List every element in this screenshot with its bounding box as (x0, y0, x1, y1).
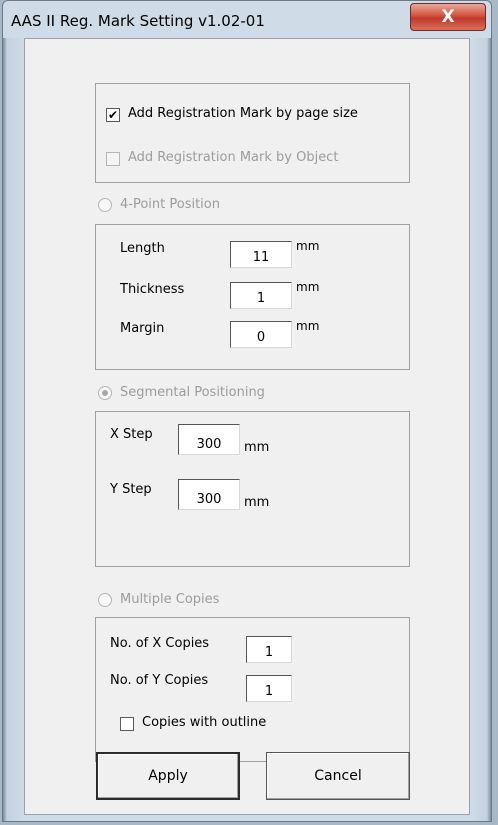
y-copies-input[interactable]: 1 (246, 675, 292, 702)
page-size-checkbox[interactable]: ✔ (106, 108, 120, 122)
margin-label: Margin (120, 321, 165, 336)
x-step-label: X Step (110, 427, 153, 442)
close-icon: X (441, 7, 455, 27)
title-bar[interactable]: AAS II Reg. Mark Setting v1.02-01 X (3, 1, 491, 39)
multiple-copies-radio[interactable] (98, 593, 112, 607)
thickness-value: 1 (256, 291, 266, 306)
window-frame-left (3, 38, 24, 821)
y-copies-label: No. of Y Copies (110, 673, 209, 688)
margin-value: 0 (256, 330, 266, 345)
x-step-input[interactable]: 300 (178, 424, 240, 455)
thickness-input[interactable]: 1 (230, 282, 292, 309)
y-step-input[interactable]: 300 (178, 479, 240, 510)
margin-unit: mm (296, 319, 320, 333)
y-step-label: Y Step (110, 482, 152, 497)
segmental-label: Segmental Positioning (120, 385, 265, 400)
object-checkbox[interactable] (106, 152, 120, 166)
length-unit: mm (296, 239, 320, 253)
x-step-value: 300 (196, 437, 222, 452)
thickness-label: Thickness (120, 282, 185, 297)
thickness-unit: mm (296, 280, 320, 294)
window-frame-right (470, 38, 491, 821)
segmental-group: X Step 300 mm Y Step 300 mm (95, 411, 410, 567)
four-point-group: Length 11 mm Thickness 1 mm Margin 0 mm (95, 224, 410, 370)
margin-input[interactable]: 0 (230, 321, 292, 348)
checkmark-icon: ✔ (107, 108, 119, 122)
x-copies-input[interactable]: 1 (246, 636, 292, 663)
apply-label: Apply (148, 768, 188, 784)
four-point-radio[interactable] (98, 198, 112, 212)
outline-label: Copies with outline (142, 715, 267, 730)
x-copies-label: No. of X Copies (110, 636, 210, 651)
length-value: 11 (252, 250, 270, 265)
segmental-radio[interactable] (98, 386, 112, 400)
x-copies-value: 1 (264, 645, 274, 660)
cancel-button[interactable]: Cancel (266, 752, 410, 800)
y-copies-value: 1 (264, 684, 274, 699)
y-step-unit: mm (244, 495, 270, 510)
radio-selected-dot (102, 390, 108, 396)
dialog-client-area: ✔ Add Registration Mark by page size Add… (24, 38, 470, 815)
y-step-value: 300 (196, 492, 222, 507)
page-size-label: Add Registration Mark by page size (128, 106, 358, 121)
multiple-copies-label: Multiple Copies (120, 592, 220, 607)
x-step-unit: mm (244, 440, 270, 455)
object-label: Add Registration Mark by Object (128, 150, 339, 165)
length-input[interactable]: 11 (230, 241, 292, 268)
apply-button[interactable]: Apply (96, 752, 240, 800)
close-button[interactable]: X (410, 3, 486, 31)
cancel-label: Cancel (314, 768, 362, 784)
outline-checkbox[interactable] (120, 717, 134, 731)
multiple-copies-group: No. of X Copies 1 No. of Y Copies 1 Copi… (95, 617, 410, 762)
length-label: Length (120, 241, 165, 256)
dialog-window: AAS II Reg. Mark Setting v1.02-01 X ✔ Ad… (2, 0, 492, 822)
registration-group: ✔ Add Registration Mark by page size Add… (95, 83, 410, 183)
four-point-label: 4-Point Position (120, 197, 220, 212)
window-title: AAS II Reg. Mark Setting v1.02-01 (11, 12, 265, 30)
